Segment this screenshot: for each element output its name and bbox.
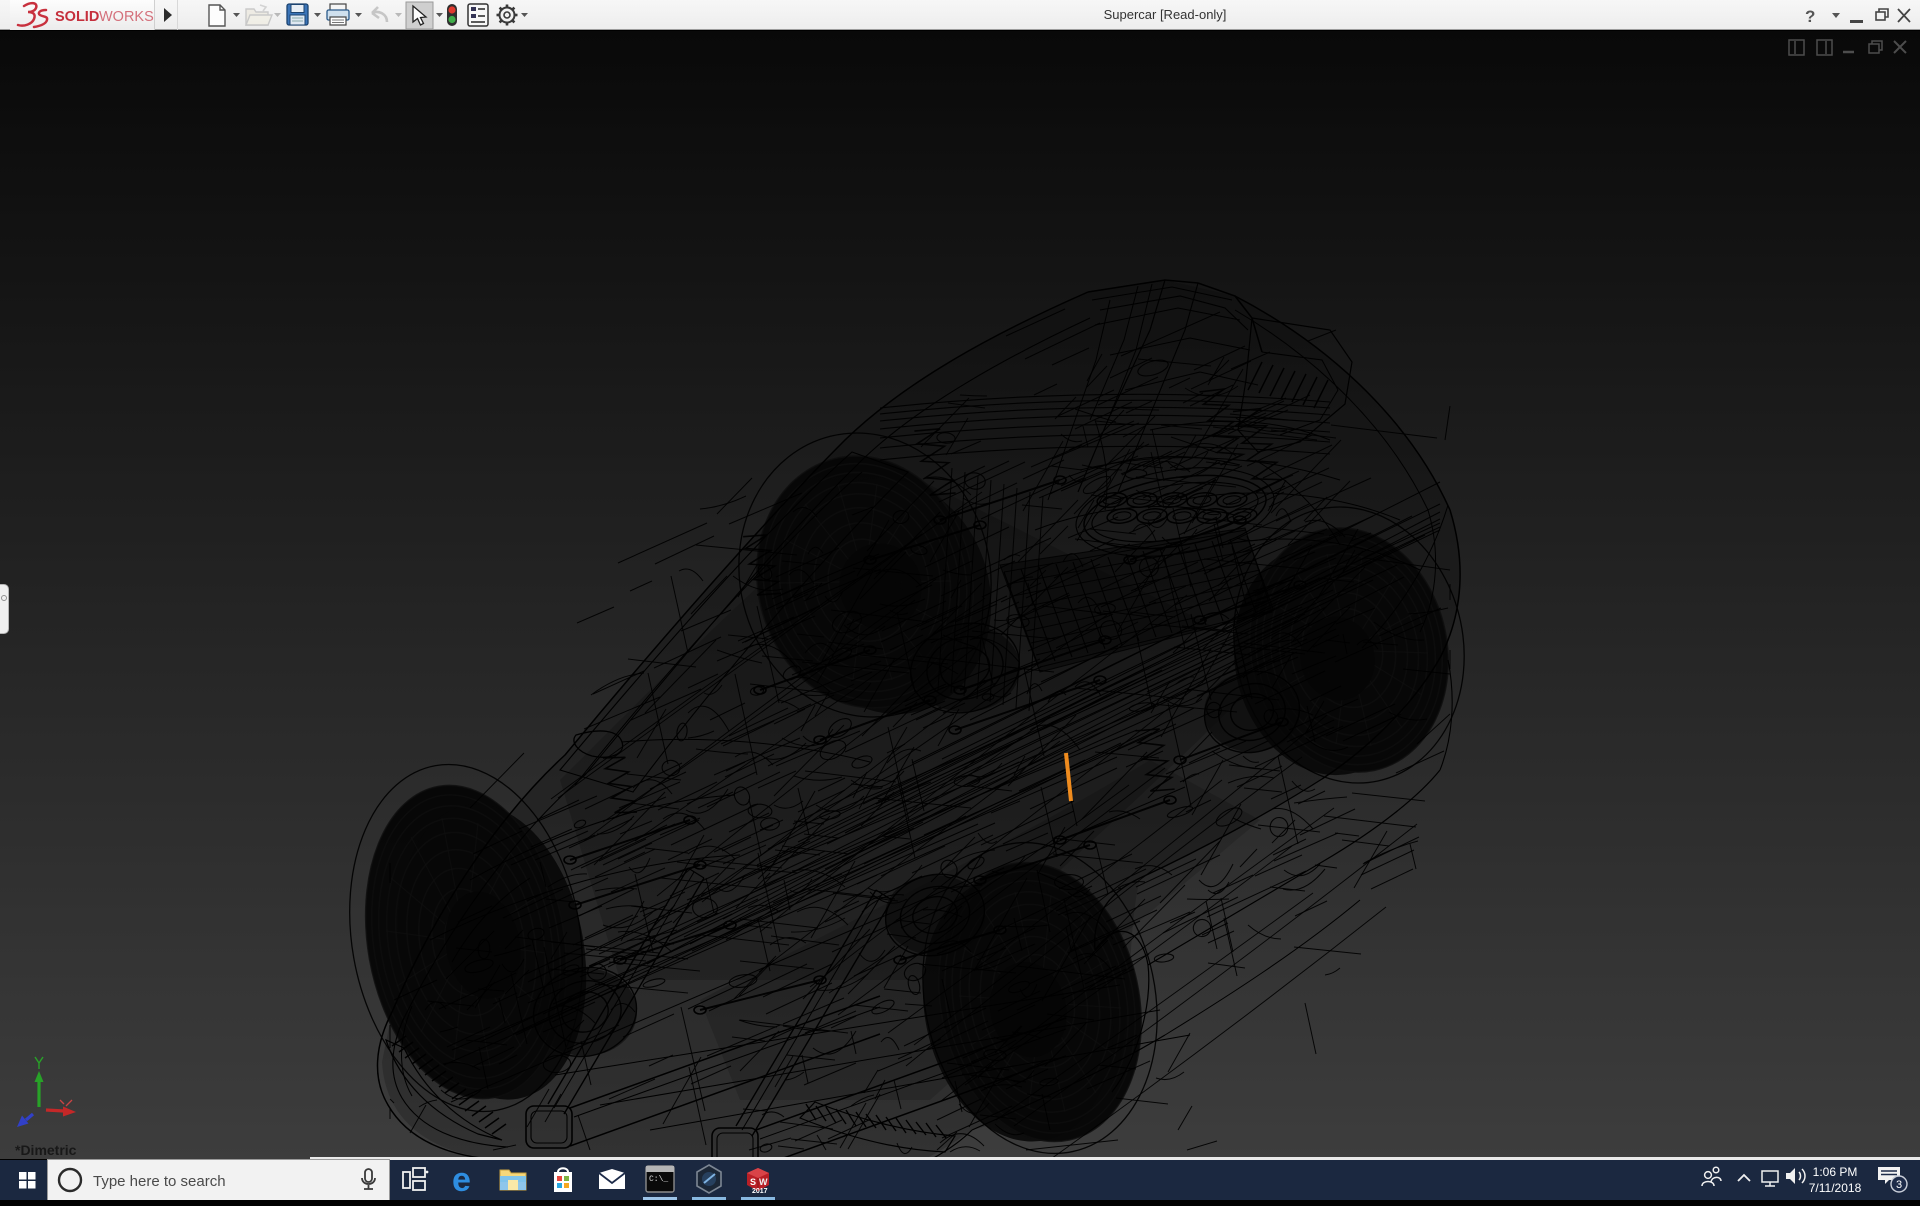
svg-text:2017: 2017 — [752, 1188, 768, 1195]
svg-text:S: S — [750, 1177, 756, 1187]
svg-text:3: 3 — [1896, 1179, 1902, 1191]
svg-text:W: W — [759, 1177, 768, 1187]
svg-text:Type here to search: Type here to search — [93, 1173, 226, 1190]
svg-text:*Dimetric: *Dimetric — [15, 1142, 77, 1158]
svg-text:e: e — [452, 1161, 471, 1199]
svg-text:C:\_: C:\_ — [649, 1175, 668, 1184]
svg-text:SOLID: SOLID — [55, 9, 99, 25]
svg-text:WORKS: WORKS — [99, 9, 154, 25]
svg-text:?: ? — [1805, 7, 1815, 26]
